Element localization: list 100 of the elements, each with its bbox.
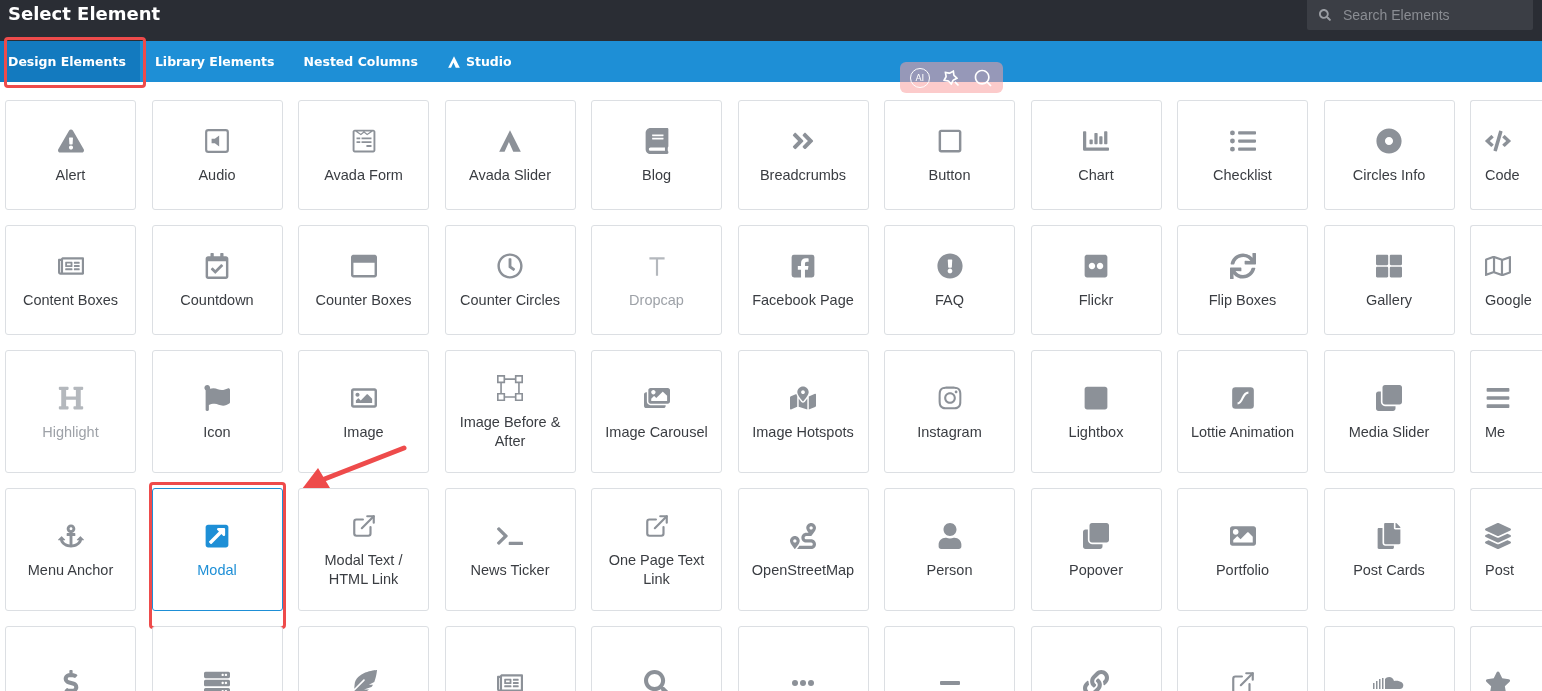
element-card[interactable]: Google (1470, 225, 1542, 335)
element-label: Modal (197, 560, 237, 580)
curve-icon (1229, 384, 1256, 411)
tab[interactable]: Library Elements (139, 41, 289, 82)
element-label: Gallery (1366, 291, 1412, 310)
code-icon (1485, 128, 1511, 154)
element-card[interactable]: News Ticker (444, 488, 576, 611)
element-card[interactable]: Portfolio (1177, 488, 1308, 611)
logo-icon (497, 128, 523, 154)
element-card[interactable]: Menu Anchor (5, 488, 136, 611)
element-label: Me (1485, 422, 1506, 442)
tab[interactable]: Design Elements (0, 41, 140, 82)
element-label: Avada Form (324, 166, 403, 185)
book-icon (643, 128, 670, 154)
element-label: Person (926, 560, 973, 580)
element-card[interactable]: Flip Boxes (1177, 225, 1308, 335)
element-card[interactable]: Avada Form (298, 100, 429, 210)
dots-icon (792, 679, 814, 686)
element-label: Facebook Page (752, 291, 854, 310)
element-card[interactable]: Popover (1030, 488, 1162, 611)
element-card[interactable]: Avada Slider (444, 100, 576, 210)
layers-icon (1485, 522, 1511, 549)
copy-icon (1376, 522, 1402, 549)
element-card[interactable]: Me (1470, 350, 1542, 473)
element-label: Portfolio (1215, 560, 1270, 580)
search-icon[interactable] (973, 67, 994, 88)
element-card[interactable]: Person (884, 488, 1015, 611)
element-card[interactable]: Image Before & After (444, 350, 576, 473)
element-card[interactable]: Button (884, 100, 1015, 210)
tab[interactable]: Studio (431, 41, 526, 82)
flag-icon (204, 384, 230, 411)
sync-icon (1229, 253, 1256, 279)
map-marker-icon (790, 384, 816, 411)
element-label: Chart (1078, 166, 1114, 185)
element-card[interactable]: Content Boxes (5, 225, 136, 335)
element-label: Dropcap (629, 291, 684, 310)
clock-icon (497, 253, 523, 279)
element-card[interactable]: Modal Text / HTML Link (298, 488, 429, 611)
search-field[interactable]: Search Elements (1307, 0, 1533, 30)
search-icon (1319, 9, 1331, 21)
element-label: Lightbox (1068, 422, 1124, 442)
element-card[interactable]: Flickr (1030, 225, 1162, 335)
element-card[interactable]: Lightbox (1030, 350, 1162, 473)
element-card[interactable]: Circles Info (1323, 100, 1455, 210)
element-card[interactable]: FAQ (884, 225, 1015, 335)
element-card[interactable]: Media Slider (1323, 350, 1455, 473)
element-card[interactable]: One Page Text Link (591, 488, 722, 611)
element-label: Image Hotspots (752, 422, 854, 442)
element-card[interactable]: Audio (151, 100, 283, 210)
facebook-icon (790, 253, 816, 279)
element-label: Post Cards (1353, 560, 1425, 580)
bounding-box-icon (497, 375, 523, 401)
element-label: Highlight (42, 422, 99, 442)
element-card[interactable]: Chart (1030, 100, 1162, 210)
element-label: Image Carousel (605, 422, 708, 442)
element-label: Avada Slider (469, 166, 551, 185)
element-card[interactable]: Counter Circles (444, 225, 576, 335)
element-card[interactable]: Blog (591, 100, 722, 210)
element-card[interactable]: Post Cards (1323, 488, 1455, 611)
element-card[interactable]: Alert (5, 100, 136, 210)
element-label: Countdown (180, 291, 254, 310)
element-label: Alert (55, 166, 86, 185)
element-card[interactable]: Facebook Page (737, 225, 869, 335)
element-card[interactable]: Checklist (1177, 100, 1308, 210)
element-card[interactable]: Breadcrumbs (737, 100, 869, 210)
element-label: Image Before & After (458, 413, 562, 451)
map-icon (1485, 253, 1511, 279)
stacked-windows-icon (1376, 384, 1402, 411)
element-card[interactable]: Gallery (1323, 225, 1455, 335)
element-card[interactable]: Countdown (151, 225, 283, 335)
element-card[interactable]: Instagram (884, 350, 1015, 473)
element-card[interactable]: Image Hotspots (737, 350, 869, 473)
element-card[interactable]: Icon (151, 350, 283, 473)
element-label: Icon (203, 422, 231, 442)
element-card[interactable]: Image (298, 350, 429, 473)
element-label: Button (928, 166, 971, 185)
search-input[interactable]: Search Elements (1341, 6, 1521, 24)
element-label: Counter Circles (460, 291, 560, 310)
element-label: Lottie Animation (1190, 422, 1295, 442)
element-label: Image (343, 422, 384, 442)
instagram-icon (936, 384, 963, 411)
stacked-windows-icon (1083, 522, 1109, 549)
external-link-icon (350, 513, 377, 539)
element-label: Blog (642, 166, 671, 185)
element-card[interactable]: Post (1470, 488, 1542, 611)
element-card[interactable]: Image Carousel (591, 350, 722, 473)
element-card[interactable]: Code (1470, 100, 1542, 210)
element-label: Popover (1069, 560, 1123, 580)
element-card[interactable]: Lottie Animation (1177, 350, 1308, 473)
element-card[interactable]: Modal (151, 488, 283, 611)
tab[interactable]: Nested Columns (288, 41, 432, 82)
element-label: Circles Info (1352, 166, 1426, 185)
form-icon (350, 128, 377, 154)
element-card[interactable]: OpenStreetMap (737, 488, 869, 611)
element-card[interactable]: Counter Boxes (298, 225, 429, 335)
star-icon (1485, 669, 1511, 691)
element-label: Modal Text / HTML Link (323, 551, 404, 589)
person-icon (936, 522, 963, 549)
magic-wand-icon[interactable] (941, 67, 962, 88)
external-link-icon (643, 513, 670, 539)
